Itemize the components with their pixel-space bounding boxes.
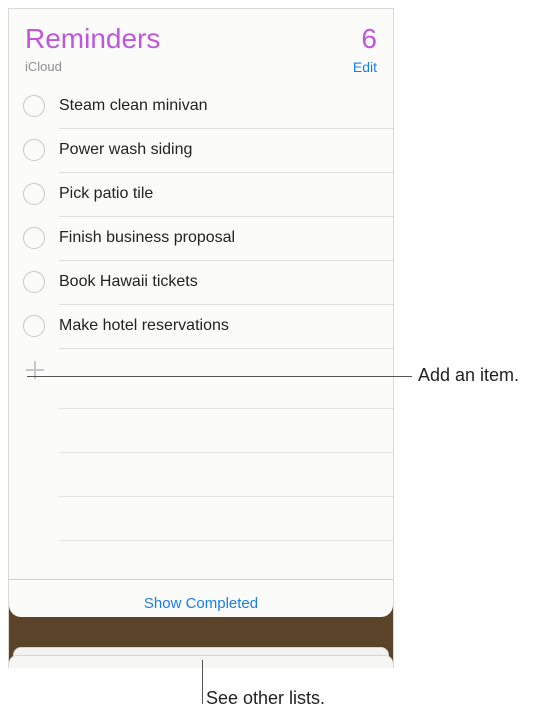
list-item[interactable]: Finish business proposal — [9, 217, 393, 261]
other-lists-callout: See other lists. — [206, 688, 326, 708]
completion-circle-icon[interactable] — [23, 139, 45, 161]
footer-divider — [9, 579, 393, 580]
other-lists-callout-line — [202, 660, 203, 704]
list-item[interactable]: Steam clean minivan — [9, 85, 393, 129]
show-completed-button[interactable]: Show Completed — [9, 595, 393, 612]
list-title: Reminders — [25, 23, 161, 54]
list-item[interactable]: Pick patio tile — [9, 173, 393, 217]
completion-circle-icon[interactable] — [23, 183, 45, 205]
list-item[interactable]: Make hotel reservations — [9, 305, 393, 349]
reminders-window: Reminders 6 iCloud Edit Steam clean mini… — [8, 8, 394, 668]
reminder-text[interactable]: Power wash siding — [59, 141, 192, 159]
completion-circle-icon[interactable] — [23, 271, 45, 293]
other-list-tab[interactable] — [9, 655, 393, 668]
edit-button[interactable]: Edit — [353, 59, 377, 75]
blank-line — [59, 540, 393, 541]
blank-line — [59, 496, 393, 497]
completion-circle-icon[interactable] — [23, 95, 45, 117]
blank-line — [59, 408, 393, 409]
add-item-callout-line — [27, 376, 412, 377]
account-label: iCloud — [25, 59, 62, 74]
completion-circle-icon[interactable] — [23, 227, 45, 249]
reminders-list-panel: Reminders 6 iCloud Edit Steam clean mini… — [9, 9, 393, 617]
reminder-text[interactable]: Steam clean minivan — [59, 97, 208, 115]
list-item[interactable]: Book Hawaii tickets — [9, 261, 393, 305]
add-item-row[interactable] — [9, 349, 393, 393]
reminder-list: Steam clean minivan Power wash siding Pi… — [9, 85, 393, 393]
reminder-text[interactable]: Book Hawaii tickets — [59, 273, 198, 291]
blank-line — [59, 452, 393, 453]
list-item[interactable]: Power wash siding — [9, 129, 393, 173]
reminder-text[interactable]: Finish business proposal — [59, 229, 235, 247]
reminder-text[interactable]: Make hotel reservations — [59, 317, 229, 335]
reminder-text[interactable]: Pick patio tile — [59, 185, 153, 203]
add-item-callout: Add an item. — [418, 365, 520, 385]
completion-circle-icon[interactable] — [23, 315, 45, 337]
reminder-count: 6 — [361, 23, 377, 54]
